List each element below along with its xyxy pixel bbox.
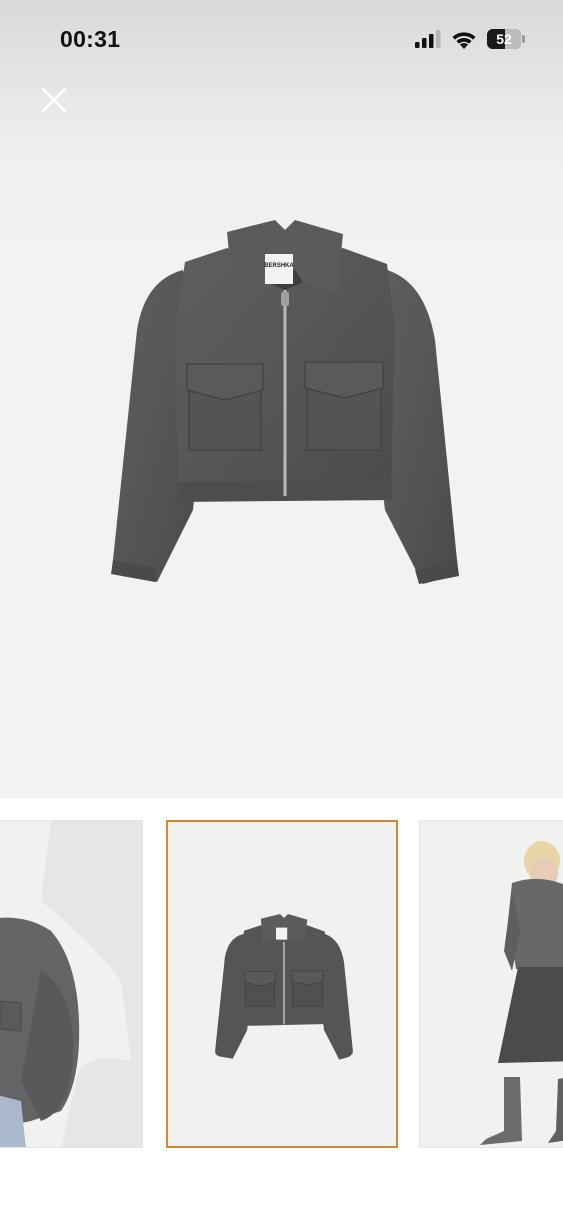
jacket-image: BERSHKA xyxy=(111,220,459,584)
thumbnail-model-back[interactable] xyxy=(0,820,143,1148)
battery-level: 52 xyxy=(496,31,512,47)
main-product-image[interactable]: BERSHKA xyxy=(0,0,563,798)
close-icon xyxy=(42,88,66,112)
thumbnail-product[interactable] xyxy=(166,820,398,1148)
svg-text:BERSHKA: BERSHKA xyxy=(264,263,294,269)
status-bar: 00:31 52 xyxy=(0,0,563,78)
product-thumbnail-image xyxy=(215,914,353,1060)
status-icons: 52 xyxy=(415,29,525,49)
thumbnail-gallery xyxy=(0,820,563,1148)
wifi-icon xyxy=(452,31,476,49)
signal-icon xyxy=(415,30,441,48)
model-back-image xyxy=(0,821,142,1147)
thumbnail-model-side[interactable] xyxy=(419,820,563,1148)
status-time: 00:31 xyxy=(60,25,121,52)
battery-icon: 52 xyxy=(487,29,525,49)
model-side-image xyxy=(480,841,563,1145)
close-button[interactable] xyxy=(38,84,70,116)
